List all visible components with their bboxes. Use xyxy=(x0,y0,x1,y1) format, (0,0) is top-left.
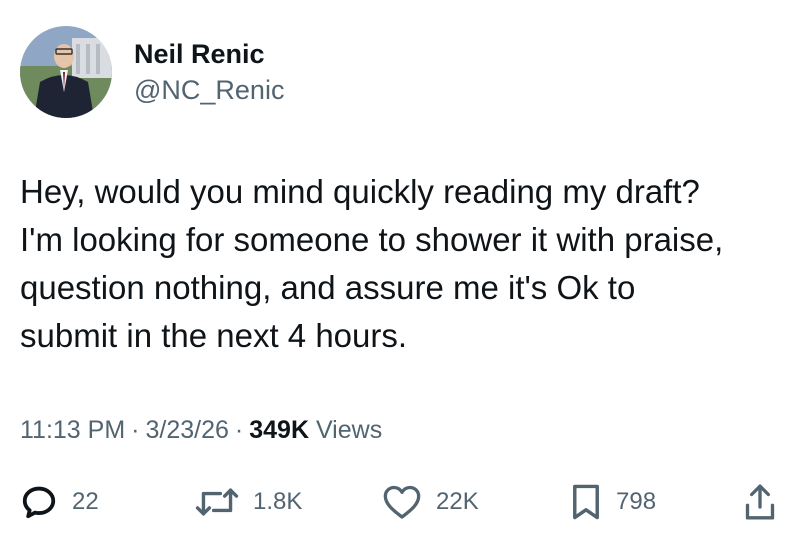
avatar[interactable] xyxy=(20,26,112,118)
like-button[interactable]: 22K xyxy=(382,474,479,530)
reply-count: 22 xyxy=(72,488,99,515)
bookmark-icon xyxy=(573,484,599,520)
tweet-text: Hey, would you mind quickly reading my d… xyxy=(20,173,724,354)
tweet-time[interactable]: 11:13 PM xyxy=(20,416,125,444)
tweet-date[interactable]: 3/23/26 xyxy=(145,416,228,444)
tweet-meta: 11:13 PM · 3/23/26 · 349K Views xyxy=(20,410,382,450)
views-label: Views xyxy=(315,416,383,444)
repost-button[interactable]: 1.8K xyxy=(195,474,302,530)
user-handle[interactable]: @NC_Renic xyxy=(134,73,284,107)
avatar-photo xyxy=(20,26,112,118)
repost-count: 1.8K xyxy=(253,488,303,515)
tweet-header: Neil Renic @NC_Renic xyxy=(20,26,284,118)
bookmark-count: 798 xyxy=(616,488,657,515)
views-count: 349K xyxy=(249,416,309,444)
repost-icon xyxy=(195,488,239,516)
meta-separator: · xyxy=(131,416,140,444)
action-bar: 22 1.8K 22K 798 xyxy=(0,474,800,530)
meta-separator: · xyxy=(234,416,244,444)
like-count: 22K xyxy=(436,488,479,515)
share-button[interactable] xyxy=(743,474,777,530)
bookmark-button[interactable]: 798 xyxy=(570,474,656,530)
author-names: Neil Renic @NC_Renic xyxy=(134,37,284,107)
share-icon xyxy=(745,484,775,520)
display-name[interactable]: Neil Renic xyxy=(134,37,284,71)
reply-icon xyxy=(22,486,56,519)
heart-icon xyxy=(383,485,421,519)
reply-button[interactable]: 22 xyxy=(20,474,99,530)
